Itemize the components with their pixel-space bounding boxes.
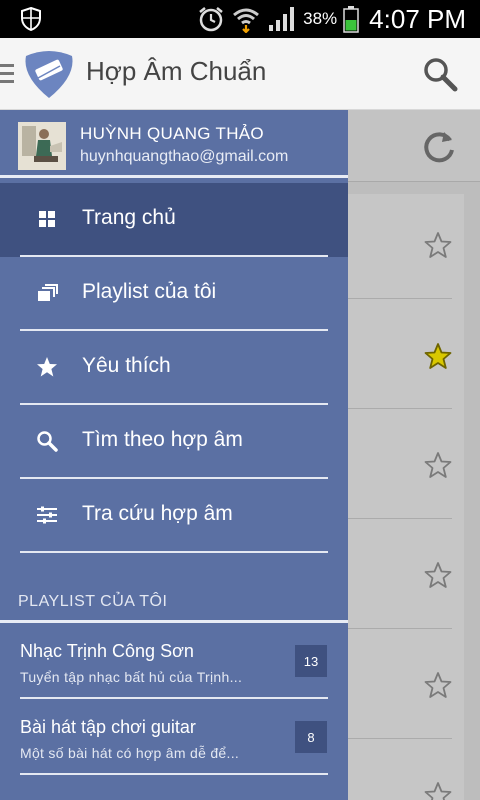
alarm-icon — [199, 7, 223, 32]
favorite-star-icon[interactable] — [424, 451, 452, 479]
nav-item-yeu-thich[interactable]: Yêu thích — [0, 331, 348, 405]
nav-item-label: Tìm theo hợp âm — [82, 428, 243, 451]
list-divider — [346, 518, 452, 519]
status-bar: 38% 4:07 PM — [0, 0, 480, 38]
wifi-icon — [233, 8, 260, 33]
playlist-title: Nhạc Trịnh Công Sơn — [20, 641, 194, 661]
playlist-section-title: PLAYLIST CỦA TÔI — [18, 593, 168, 610]
clock: 4:07 PM — [369, 3, 466, 34]
list-divider — [346, 738, 452, 739]
divider — [20, 551, 328, 553]
favorite-star-icon[interactable] — [424, 342, 452, 370]
list-divider — [346, 298, 452, 299]
playlist-count-badge: 8 — [295, 721, 327, 753]
playlist-item[interactable]: Nhạc Trịnh Công Sơn Tuyển tập nhạc bất h… — [0, 623, 348, 699]
user-email: huynhquangthao@gmail.com — [80, 148, 289, 165]
divider — [20, 773, 328, 775]
list-card — [346, 194, 464, 800]
search-icon[interactable] — [422, 56, 458, 92]
user-name: HUỲNH QUANG THẢO — [80, 124, 264, 143]
battery-icon — [343, 6, 359, 33]
playlist-title: Bài hát tập chơi guitar — [20, 717, 196, 737]
playlist-count-badge: 13 — [295, 645, 327, 677]
signal-icon — [269, 7, 295, 31]
menu-icon[interactable] — [0, 64, 14, 84]
list-divider — [346, 408, 452, 409]
list-divider — [346, 628, 452, 629]
grid-icon — [39, 211, 55, 227]
favorite-star-icon[interactable] — [424, 231, 452, 259]
shield-icon — [21, 7, 41, 31]
refresh-icon[interactable] — [420, 128, 458, 166]
avatar — [18, 122, 66, 170]
battery-percent: 38% — [303, 9, 338, 28]
app-bar: Hợp Âm Chuẩn — [0, 38, 480, 110]
search-icon — [37, 431, 58, 452]
navigation-drawer: HUỲNH QUANG THẢO huynhquangthao@gmail.co… — [0, 110, 348, 800]
favorite-star-icon[interactable] — [424, 671, 452, 699]
playlist-description: Tuyển tập nhạc bất hủ của Trịnh... — [20, 669, 243, 685]
playlist-description: Một số bài hát có hợp âm dễ để... — [20, 745, 240, 761]
nav-item-label: Yêu thích — [82, 354, 171, 377]
user-profile[interactable]: HUỲNH QUANG THẢO huynhquangthao@gmail.co… — [0, 110, 348, 178]
nav-item-tim-theo-hop-am[interactable]: Tìm theo hợp âm — [0, 405, 348, 479]
nav-item-playlist[interactable]: Playlist của tôi — [0, 257, 348, 331]
app-title: Hợp Âm Chuẩn — [86, 56, 267, 86]
favorite-star-icon[interactable] — [424, 781, 452, 800]
playlist-item[interactable]: Bài hát tập chơi guitar Một số bài hát c… — [0, 699, 348, 775]
nav-item-trang-chu[interactable]: Trang chủ — [0, 183, 348, 257]
nav-item-label: Trang chủ — [82, 206, 176, 229]
star-icon — [37, 357, 57, 377]
guitar-pick-logo[interactable] — [20, 48, 78, 100]
playlist-icon — [38, 284, 58, 301]
favorite-star-icon[interactable] — [424, 561, 452, 589]
sliders-icon — [37, 506, 57, 524]
nav-item-label: Tra cứu hợp âm — [82, 502, 233, 525]
nav-item-label: Playlist của tôi — [82, 280, 217, 303]
nav-item-tra-cuu-hop-am[interactable]: Tra cứu hợp âm — [0, 479, 348, 553]
